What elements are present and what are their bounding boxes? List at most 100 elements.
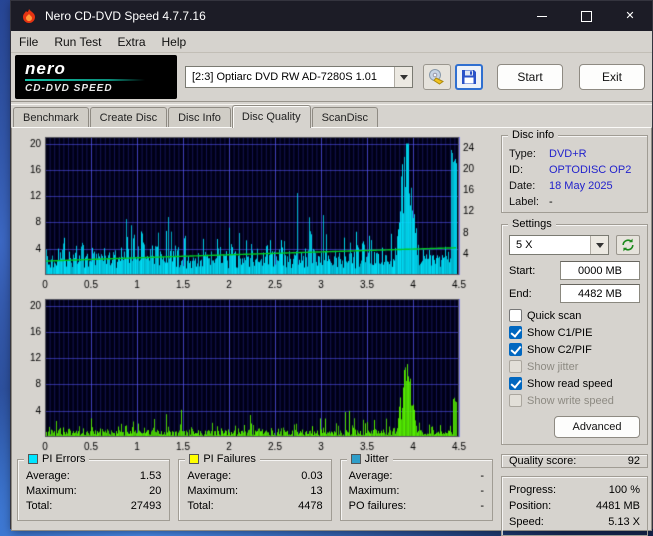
jitter-stats-box: Jitter Average: - Maximum: - PO failures: - [339,453,493,521]
scan-speed-value: 5 X [516,239,533,251]
quality-score-label: Quality score: [509,455,577,467]
stat-label: Maximum: [348,485,400,497]
advanced-row: Advanced [509,416,640,438]
stat-label: Average: [187,470,232,482]
show-c1-pie-checkbox[interactable] [509,326,522,339]
stat-value: 13 [310,485,323,497]
progress-panel: Progress: 100 % Position: 4481 MB Speed:… [501,476,648,536]
disc-id-row: ID: OPTODISC OP2 [509,162,640,178]
settings-title: Settings [508,218,556,230]
stat-row: Maximum: 20 [26,484,161,499]
disc-id-value: OPTODISC OP2 [549,164,632,176]
disc-label-value: - [549,196,553,208]
minimize-button[interactable] [520,1,564,31]
start-position-field[interactable]: 0000 MB [560,261,640,280]
stat-row: PO failures: - [349,499,484,514]
speed-value: 5.13 X [608,516,640,528]
disc-type-value: DVD+R [549,148,587,160]
stat-value: 20 [149,485,162,497]
show-c1-pie-row: Show C1/PIE [509,324,640,341]
stat-label: PO failures: [348,500,407,512]
burn-icon [429,69,444,85]
chevron-down-icon[interactable] [590,236,608,254]
tab-strip: Benchmark Create Disc Disc Info Disc Qua… [11,105,652,128]
drive-selector-value: [2:3] Optiarc DVD RW AD-7280S 1.01 [192,71,378,83]
advanced-button[interactable]: Advanced [554,416,640,438]
quick-scan-row: Quick scan [509,307,640,324]
stat-row: Total: 27493 [26,499,161,514]
pi-failures-swatch [189,454,200,464]
stat-value: - [480,500,484,512]
progress-row: Progress: 100 % [509,482,640,498]
pi-failures-title: PI Failures [203,453,256,465]
disc-label-label: Label: [509,196,539,208]
stat-row: Total: 4478 [187,499,322,514]
stat-label: Average: [26,470,70,482]
side-column: Disc info Type: DVD+R ID: OPTODISC OP2 D… [501,129,648,536]
window-title: Nero CD-DVD Speed 4.7.7.16 [45,9,206,23]
show-read-speed-checkbox[interactable] [509,377,522,390]
menu-extra[interactable]: Extra [109,33,153,51]
scan-speed-selector[interactable]: 5 X [509,235,609,255]
end-position-field[interactable]: 4482 MB [560,284,640,303]
position-value: 4481 MB [595,500,640,512]
start-button[interactable]: Start [497,64,563,90]
burn-button[interactable] [423,64,451,90]
quality-score-panel: Quality score: 92 [501,454,648,468]
tab-disc-quality[interactable]: Disc Quality [231,105,311,128]
tab-disc-info[interactable]: Disc Info [168,107,231,127]
stat-value: - [480,470,484,482]
end-position-row: End: 4482 MB [509,284,640,303]
close-button[interactable]: ✕ [608,1,652,31]
stat-row: Average: 1.53 [26,469,161,484]
pi-failures-legend: PI Failures [185,453,260,465]
logo-text: nero [25,59,66,78]
show-c1-pie-label: Show C1/PIE [527,326,593,339]
close-icon: ✕ [625,9,635,22]
save-button[interactable] [455,64,483,90]
menu-bar: File Run Test Extra Help [11,31,652,53]
pi-errors-title: PI Errors [42,453,86,465]
menu-run-test[interactable]: Run Test [46,33,109,51]
show-jitter-row: Show jitter [509,358,640,375]
stats-row: PI Errors Average: 1.53 Maximum: 20 Total:… [17,453,493,521]
show-write-speed-label: Show write speed [527,394,614,407]
disc-quality-panel: PI Errors Average: 1.53 Maximum: 20 Total:… [11,127,652,536]
show-c2-pif-label: Show C2/PIF [527,343,592,356]
speed-label: Speed: [509,516,544,528]
logo-subtext: CD-DVD SPEED [25,83,113,94]
chevron-down-icon[interactable] [394,67,412,87]
app-window: Nero CD-DVD Speed 4.7.7.16 ✕ File Run Te… [10,0,653,536]
stat-label: Maximum: [26,485,77,497]
minimize-icon [537,15,547,17]
show-read-speed-row: Show read speed [509,375,640,392]
start-position-row: Start: 0000 MB [509,261,640,280]
stat-label: Total: [187,500,214,512]
maximize-button[interactable] [564,1,608,31]
settings-box: Settings 5 X Start: 0000 MB End: 4482 MB… [501,218,648,445]
disc-info-box: Disc info Type: DVD+R ID: OPTODISC OP2 D… [501,129,648,213]
refresh-icon [622,238,634,252]
quality-score-value: 92 [627,455,640,467]
refresh-button[interactable] [616,235,640,255]
exit-button[interactable]: Exit [579,64,645,90]
stat-label: Average: [348,470,393,482]
pi-failures-stats-box: PI Failures Average: 0.03 Maximum: 13 Tota… [178,453,332,521]
position-row: Position: 4481 MB [509,498,640,514]
jitter-title: Jitter [364,453,389,465]
disc-type-row: Type: DVD+R [509,146,640,162]
disc-label-row: Label: - [509,194,640,210]
stat-row: Maximum: 13 [187,484,322,499]
progress-label: Progress: [509,484,557,496]
drive-selector[interactable]: [2:3] Optiarc DVD RW AD-7280S 1.01 [185,66,413,88]
show-jitter-checkbox [509,360,522,373]
quick-scan-checkbox[interactable] [509,309,522,322]
stat-value: - [480,485,484,497]
menu-help[interactable]: Help [154,33,195,51]
tab-create-disc[interactable]: Create Disc [89,107,168,127]
menu-file[interactable]: File [11,33,46,51]
toolbar: nero CD-DVD SPEED [2:3] Optiarc DVD RW A… [11,53,652,101]
tab-scandisc[interactable]: ScanDisc [311,107,379,127]
show-c2-pif-checkbox[interactable] [509,343,522,356]
tab-benchmark[interactable]: Benchmark [13,107,89,127]
